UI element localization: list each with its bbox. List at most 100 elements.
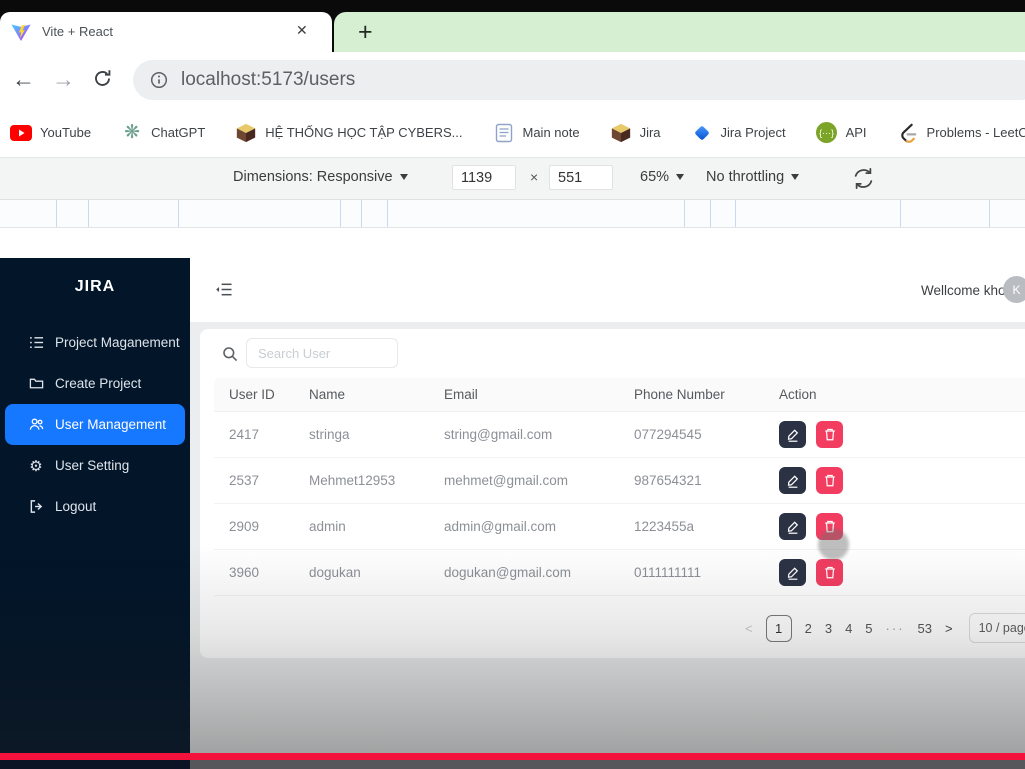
sidebar-item-label: Project Maganement — [55, 335, 180, 350]
cell-phone: 987654321 — [634, 473, 779, 488]
table-row: 2537 Mehmet12953 mehmet@gmail.com 987654… — [214, 458, 1025, 504]
team-icon — [28, 417, 44, 433]
table-row: 2909 admin admin@gmail.com 1223455a — [214, 504, 1025, 550]
bottom-strip — [0, 760, 1025, 769]
tab-title: Vite + React — [42, 24, 113, 39]
address-bar[interactable]: localhost:5173/users — [133, 60, 1025, 100]
viewport-height-input[interactable] — [549, 165, 613, 190]
api-icon: {···} — [816, 122, 838, 144]
sidebar-item-user-management[interactable]: User Management — [5, 404, 185, 445]
youtube-icon — [10, 122, 32, 144]
chevron-down-icon — [676, 174, 684, 180]
logout-icon — [28, 499, 44, 515]
pagination-page-3[interactable]: 3 — [825, 621, 832, 636]
pagination: < 1 2 3 4 5 ··· 53 > 10 / page — [745, 614, 1025, 642]
pagination-page-2[interactable]: 2 — [805, 621, 812, 636]
devtools-device-toolbar: Dimensions: Responsive × 65% No throttli… — [0, 158, 1025, 200]
bookmarks-bar: YouTube ❋ ChatGPT HỆ THỐNG HỌC TẬP CYBER… — [0, 108, 1025, 158]
cell-phone: 0111111111 — [634, 565, 779, 580]
video-progress-bar — [0, 753, 1025, 760]
cell-user-id: 2537 — [229, 473, 309, 488]
table-header: User ID Name Email Phone Number Action — [214, 378, 1025, 412]
cube-icon — [610, 122, 632, 144]
bookmark-chatgpt[interactable]: ❋ ChatGPT — [121, 122, 205, 144]
jira-icon — [691, 122, 713, 144]
viewport-margin — [0, 228, 1025, 258]
delete-button[interactable] — [816, 421, 843, 448]
edit-button[interactable] — [779, 467, 806, 494]
edit-button[interactable] — [779, 421, 806, 448]
edit-button[interactable] — [779, 513, 806, 540]
bookmark-jira[interactable]: Jira — [610, 122, 661, 144]
pagination-page-1[interactable]: 1 — [766, 615, 792, 642]
cell-name: stringa — [309, 427, 444, 442]
rotate-viewport-icon[interactable] — [851, 166, 876, 196]
sidebar-item-label: User Management — [55, 417, 166, 432]
cell-email: string@gmail.com — [444, 427, 634, 442]
chatgpt-icon: ❋ — [121, 122, 143, 144]
sidebar-item-project-management[interactable]: Project Maganement — [0, 322, 190, 363]
browser-tab[interactable]: Vite + React ✕ — [0, 12, 332, 52]
app-content: User ID Name Email Phone Number Action 2… — [190, 322, 1025, 753]
leetcode-icon — [897, 122, 919, 144]
folder-icon — [28, 376, 44, 392]
forward-icon[interactable]: → — [52, 66, 75, 92]
viewport-width-input[interactable] — [452, 165, 516, 190]
cell-user-id: 2909 — [229, 519, 309, 534]
cell-name: admin — [309, 519, 444, 534]
sidebar-item-user-setting[interactable]: ⚙ User Setting — [0, 445, 190, 486]
menu-fold-icon[interactable] — [215, 282, 232, 302]
pagination-page-5[interactable]: 5 — [865, 621, 872, 636]
pagination-next-icon[interactable]: > — [945, 621, 953, 636]
bookmark-leetcode[interactable]: Problems - LeetCode — [897, 122, 1025, 144]
cell-name: Mehmet12953 — [309, 473, 444, 488]
avatar[interactable]: K — [1003, 276, 1025, 303]
dimensions-dropdown[interactable]: Dimensions: Responsive — [233, 169, 408, 185]
tab-close-icon[interactable]: ✕ — [296, 22, 308, 39]
cell-user-id: 2417 — [229, 427, 309, 442]
app-sidebar: JIRA Project Maganement Create Project — [0, 258, 190, 753]
url-text[interactable]: localhost:5173/users — [181, 69, 355, 91]
column-name: Name — [309, 387, 444, 402]
delete-button[interactable] — [816, 559, 843, 586]
bookmark-jira-project[interactable]: Jira Project — [691, 122, 786, 144]
edit-button[interactable] — [779, 559, 806, 586]
pagination-ellipsis[interactable]: ··· — [886, 621, 905, 636]
bookmark-cybers[interactable]: HỆ THỐNG HỌC TẬP CYBERS... — [235, 122, 462, 144]
sidebar-item-label: Create Project — [55, 376, 141, 391]
bookmark-main-note[interactable]: Main note — [493, 122, 580, 144]
site-info-icon[interactable] — [150, 71, 168, 89]
page-size-select[interactable]: 10 / page — [969, 613, 1025, 643]
column-user-id: User ID — [229, 387, 309, 402]
chevron-down-icon — [791, 174, 799, 180]
back-icon[interactable]: ← — [12, 66, 35, 92]
pagination-page-4[interactable]: 4 — [845, 621, 852, 636]
dimensions-separator: × — [530, 169, 538, 185]
delete-button[interactable] — [816, 467, 843, 494]
bookmark-youtube[interactable]: YouTube — [10, 122, 91, 144]
throttling-dropdown[interactable]: No throttling — [706, 169, 799, 185]
sidebar-menu: Project Maganement Create Project User M… — [0, 322, 190, 527]
pagination-prev-icon[interactable]: < — [745, 621, 753, 636]
sidebar-item-create-project[interactable]: Create Project — [0, 363, 190, 404]
bookmark-api[interactable]: {···} API — [816, 122, 867, 144]
cursor-highlight — [818, 529, 849, 560]
column-email: Email — [444, 387, 634, 402]
screen: Vite + React ✕ + ← → localhost:5173/user… — [0, 0, 1025, 769]
sidebar-item-logout[interactable]: Logout — [0, 486, 190, 527]
new-tab-button[interactable]: + — [352, 15, 379, 49]
list-icon — [28, 335, 44, 351]
cell-email: admin@gmail.com — [444, 519, 634, 534]
pagination-page-last[interactable]: 53 — [918, 621, 932, 636]
cell-email: dogukan@gmail.com — [444, 565, 634, 580]
zoom-dropdown[interactable]: 65% — [640, 169, 684, 185]
column-phone: Phone Number — [634, 387, 779, 402]
sidebar-item-label: Logout — [55, 499, 96, 514]
reload-icon[interactable] — [92, 68, 113, 94]
tab-strip: Vite + React ✕ + — [0, 12, 1025, 52]
column-action: Action — [779, 387, 1025, 402]
cube-icon — [235, 122, 257, 144]
search-input[interactable] — [246, 338, 398, 368]
sidebar-item-label: User Setting — [55, 458, 129, 473]
window-titlebar — [0, 0, 1025, 12]
